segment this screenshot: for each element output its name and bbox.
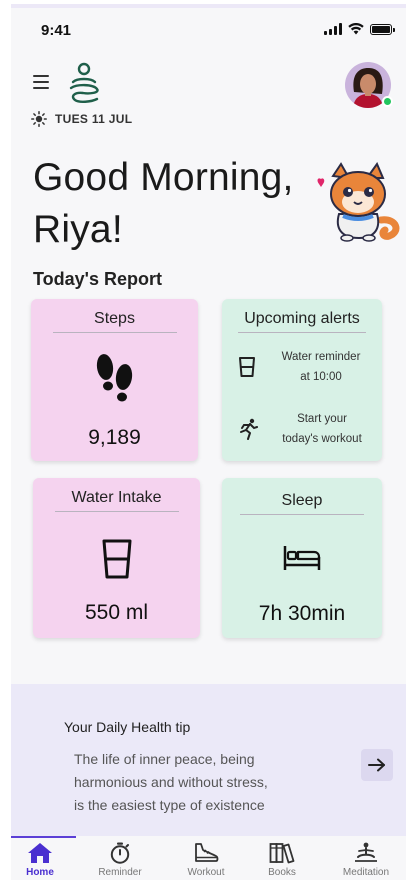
- status-icons: [324, 23, 395, 35]
- steps-card-title: Steps: [52, 310, 177, 333]
- home-icon: [28, 843, 52, 863]
- nav-workout[interactable]: Workout: [171, 842, 241, 878]
- water-card-title: Water Intake: [54, 489, 179, 512]
- report-title: Today's Report: [33, 269, 162, 289]
- alert-item-workout[interactable]: Start your today's workout: [238, 409, 372, 449]
- bed-icon: [283, 546, 321, 570]
- steps-card[interactable]: Steps 9,189: [31, 299, 198, 461]
- footsteps-icon: [96, 354, 132, 402]
- meditation-logo-icon: [69, 62, 99, 103]
- health-tip-panel: Your Daily Health tip The life of inner …: [11, 684, 406, 836]
- shoe-icon: [195, 843, 219, 862]
- alerts-card-title: Upcoming alerts: [238, 310, 366, 333]
- online-status-dot: [382, 96, 393, 107]
- running-icon: [240, 418, 258, 440]
- alert-item-water[interactable]: Water reminder at 10:00: [238, 347, 372, 387]
- water-glass-icon: [102, 539, 131, 579]
- alert-workout-text: Start your today's workout: [282, 413, 362, 445]
- sun-icon: [31, 111, 47, 127]
- battery-icon: [370, 23, 395, 35]
- greeting-line-1: Good Morning,: [33, 156, 294, 199]
- meditation-icon: [355, 842, 377, 862]
- user-avatar[interactable]: [345, 62, 393, 108]
- cat-mascot-icon: [317, 162, 400, 242]
- wifi-icon: [348, 23, 364, 35]
- sleep-card[interactable]: Sleep 7h 30min: [222, 478, 382, 638]
- date-label: TUES 11 JUL: [55, 112, 133, 126]
- signal-icon: [324, 23, 342, 35]
- books-icon: [269, 843, 295, 864]
- glass-icon: [239, 357, 255, 377]
- date-row: TUES 11 JUL: [31, 111, 132, 127]
- nav-active-indicator: [11, 836, 76, 838]
- alert-water-text: Water reminder at 10:00: [281, 351, 361, 383]
- stopwatch-icon: [110, 842, 130, 864]
- nav-meditation[interactable]: Meditation: [331, 842, 401, 878]
- sleep-card-title: Sleep: [240, 492, 364, 515]
- next-tip-button[interactable]: [361, 749, 393, 781]
- water-intake-card[interactable]: Water Intake 550 ml: [33, 478, 200, 638]
- menu-icon[interactable]: [33, 75, 49, 89]
- greeting-title: Good Morning, Riya!: [33, 152, 294, 256]
- nav-reminder[interactable]: Reminder: [85, 842, 155, 878]
- water-value: 550 ml: [84, 601, 149, 624]
- nav-books[interactable]: Books: [247, 842, 317, 878]
- steps-value: 9,189: [88, 426, 141, 449]
- sleep-value: 7h 30min: [258, 602, 346, 625]
- app-screen: 9:41 TUES 11 JUL Good Morning, Riya! Tod…: [11, 4, 406, 880]
- bottom-nav: Home Reminder Workout Books Meditation: [11, 836, 406, 880]
- tip-title: Your Daily Health tip: [64, 719, 191, 735]
- alerts-card[interactable]: Upcoming alerts Water reminder at 10:00 …: [222, 299, 382, 461]
- nav-home[interactable]: Home: [11, 842, 75, 878]
- tip-body: The life of inner peace, being harmoniou…: [74, 751, 268, 813]
- greeting-line-2: Riya!: [33, 208, 123, 251]
- top-strip: [11, 4, 406, 8]
- status-time: 9:41: [41, 22, 72, 39]
- arrow-right-icon: [368, 758, 385, 772]
